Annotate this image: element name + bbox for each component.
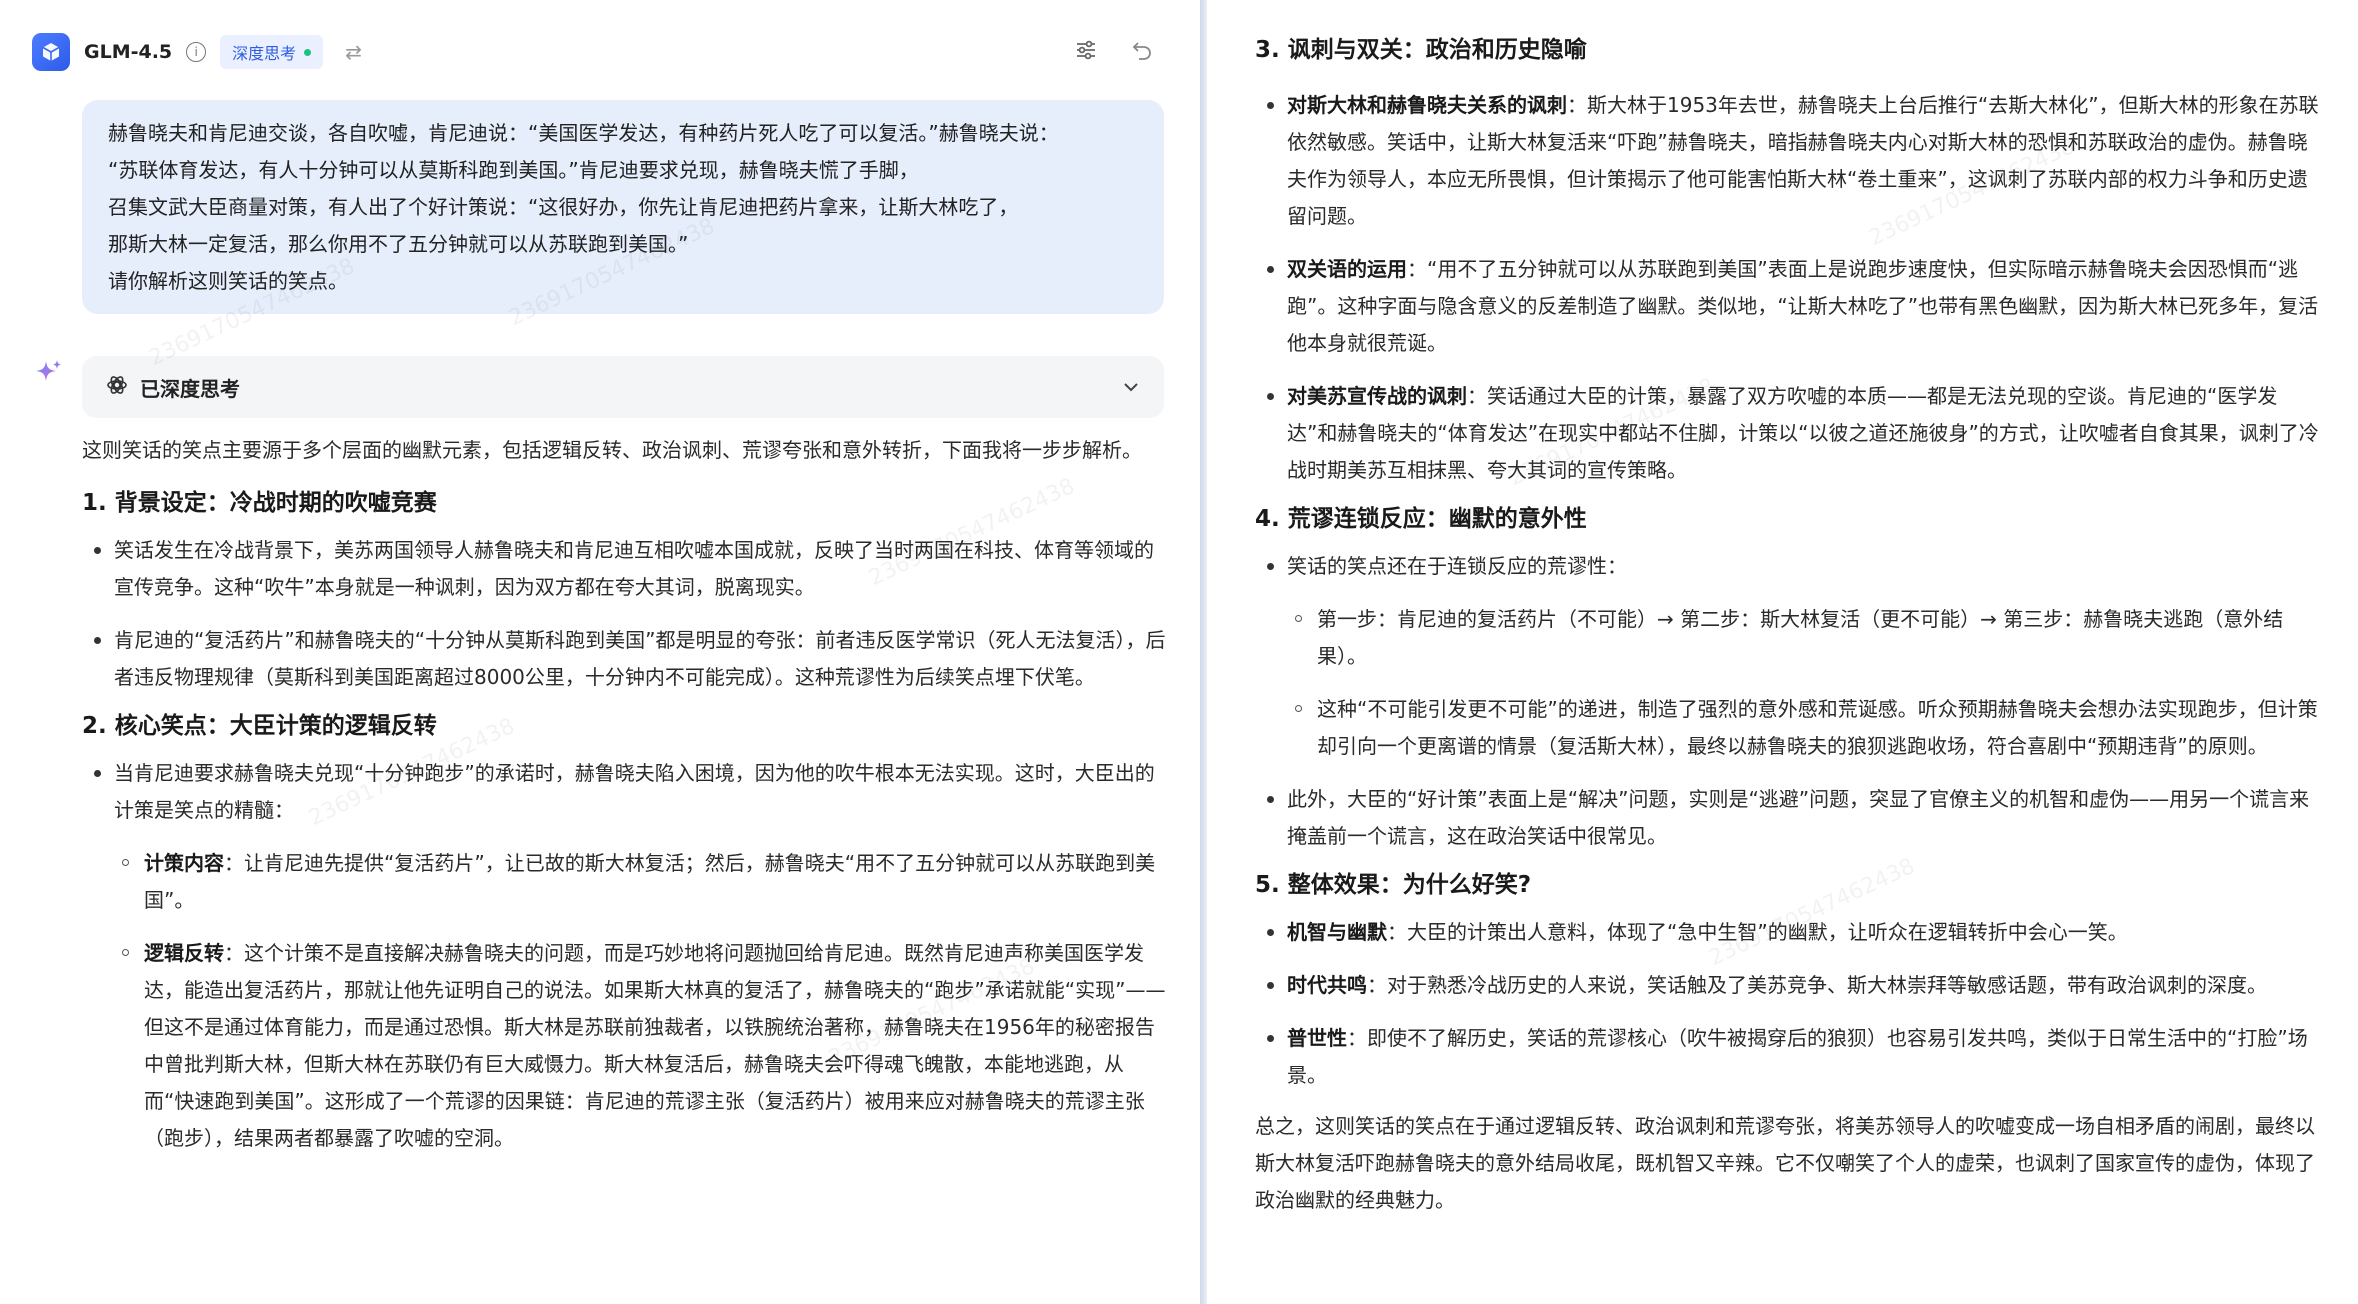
item-text: ：大臣的计策出人意料，体现了“急中生智”的幽默，让听众在逻辑转折中会心一笑。 — [1387, 920, 2128, 944]
section-heading-4: 4. 荒谬连锁反应：幽默的意外性 — [1255, 506, 1587, 532]
list-item-text: 当肯尼迪要求赫鲁晓夫兑现“十分钟跑步”的承诺时，赫鲁晓夫陷入困境，因为他的吹牛根… — [114, 761, 1155, 822]
brain-icon — [106, 374, 128, 400]
item-label: 对美苏宣传战的讽刺 — [1287, 384, 1467, 408]
info-icon[interactable]: i — [186, 42, 207, 62]
thinking-label: 已深度思考 — [140, 376, 240, 401]
sub-item-label: 计策内容 — [144, 851, 224, 875]
undo-icon[interactable] — [1130, 38, 1154, 66]
top-bar: GLM-4.5 i 深度思考 ⇄ — [32, 30, 362, 74]
right-panel: 3. 讽刺与双关：政治和历史隐喻 对斯大林和赫鲁晓夫关系的讽刺：斯大林于1953… — [1207, 0, 2358, 1304]
user-line: 赫鲁晓夫和肯尼迪交谈，各自吹嘘，肯尼迪说：“美国医学发达，有种药片死人吃了可以复… — [108, 121, 1059, 145]
intro-paragraph: 这则笑话的笑点主要源于多个层面的幽默元素，包括逻辑反转、政治讽刺、荒谬夸张和意外… — [82, 438, 1142, 462]
user-line: “苏联体育发达，有人十分钟可以从莫斯科跑到美国。”肯尼迪要求兑现，赫鲁晓夫慌了手… — [108, 158, 919, 182]
thinking-panel[interactable]: 已深度思考 — [82, 356, 1164, 418]
summary-paragraph: 总之，这则笑话的笑点在于通过逻辑反转、政治讽刺和荒谬夸张，将美苏领导人的吹嘘变成… — [1255, 1114, 2315, 1212]
answer-left: 这则笑话的笑点主要源于多个层面的幽默元素，包括逻辑反转、政治讽刺、荒谬夸张和意外… — [82, 432, 1172, 1157]
assistant-sparkle-icon — [34, 358, 64, 392]
chevron-down-icon[interactable] — [1120, 376, 1142, 402]
list-item: 普世性：即使不了解历史，笑话的荒谬核心（吹牛被揭穿后的狼狈）也容易引发共鸣，类似… — [1255, 1020, 2325, 1094]
item-text: ：“用不了五分钟就可以从苏联跑到美国”表面上是说跑步速度快，但实际暗示赫鲁晓夫会… — [1287, 257, 2319, 355]
answer-right: 3. 讽刺与双关：政治和历史隐喻 对斯大林和赫鲁晓夫关系的讽刺：斯大林于1953… — [1255, 32, 2325, 1219]
item-label: 机智与幽默 — [1287, 920, 1387, 944]
section-heading-3: 3. 讽刺与双关：政治和历史隐喻 — [1255, 37, 1587, 63]
model-name[interactable]: GLM-4.5 — [84, 41, 172, 63]
deep-think-badge[interactable]: 深度思考 — [220, 35, 324, 69]
section-heading-5: 5. 整体效果：为什么好笑? — [1255, 872, 1532, 898]
sub-list-item: 这种“不可能引发更不可能”的递进，制造了强烈的意外感和荒诞感。听众预期赫鲁晓夫会… — [1285, 691, 2325, 765]
sub-item-text: ：这个计策不是直接解决赫鲁晓夫的问题，而是巧妙地将问题抛回给肯尼迪。既然肯尼迪声… — [144, 941, 1166, 1150]
list-item-text: 笑话的笑点还在于连锁反应的荒谬性： — [1287, 554, 1627, 578]
item-label: 时代共鸣 — [1287, 973, 1367, 997]
list-item: 机智与幽默：大臣的计策出人意料，体现了“急中生智”的幽默，让听众在逻辑转折中会心… — [1255, 914, 2325, 951]
sub-item-text: ：让肯尼迪先提供“复活药片”，让已故的斯大林复活；然后，赫鲁晓夫“用不了五分钟就… — [144, 851, 1156, 912]
list-item: 时代共鸣：对于熟悉冷战历史的人来说，笑话触及了美苏竞争、斯大林崇拜等敏感话题，带… — [1255, 967, 2325, 1004]
user-message-bubble: 赫鲁晓夫和肯尼迪交谈，各自吹嘘，肯尼迪说：“美国医学发达，有种药片死人吃了可以复… — [82, 100, 1164, 314]
list-item: 对美苏宣传战的讽刺：笑话通过大臣的计策，暴露了双方吹嘘的本质——都是无法兑现的空… — [1255, 378, 2325, 489]
left-panel: GLM-4.5 i 深度思考 ⇄ 赫鲁晓夫和肯尼迪交谈，各自吹嘘，肯尼迪说：“美… — [0, 0, 1200, 1304]
settings-sliders-icon[interactable] — [1074, 38, 1098, 66]
item-label: 双关语的运用 — [1287, 257, 1407, 281]
list-item: 此外，大臣的“好计策”表面上是“解决”问题，实则是“逃避”问题，突显了官僚主义的… — [1255, 781, 2325, 855]
sub-list-item: 第一步：肯尼迪的复活药片（不可能）→ 第二步：斯大林复活（更不可能）→ 第三步：… — [1285, 601, 2325, 675]
switch-icon[interactable]: ⇄ — [345, 40, 362, 64]
list-item: 肯尼迪的“复活药片”和赫鲁晓夫的“十分钟从莫斯科跑到美国”都是明显的夸张：前者违… — [82, 622, 1172, 696]
item-text: ：对于熟悉冷战历史的人来说，笑话触及了美苏竞争、斯大林崇拜等敏感话题，带有政治讽… — [1367, 973, 2267, 997]
sub-list-item: 逻辑反转：这个计策不是直接解决赫鲁晓夫的问题，而是巧妙地将问题抛回给肯尼迪。既然… — [112, 935, 1172, 1157]
deep-think-label: 深度思考 — [232, 44, 297, 63]
model-logo-icon[interactable] — [32, 33, 70, 71]
user-line: 召集文武大臣商量对策，有人出了个好计策说：“这很好办，你先让肯尼迪把药片拿来，让… — [108, 195, 1019, 219]
item-label: 普世性 — [1287, 1026, 1347, 1050]
user-line: 请你解析这则笑话的笑点。 — [108, 269, 348, 293]
sub-list-item: 计策内容：让肯尼迪先提供“复活药片”，让已故的斯大林复活；然后，赫鲁晓夫“用不了… — [112, 845, 1172, 919]
section-heading-2: 2. 核心笑点：大臣计策的逻辑反转 — [82, 713, 437, 739]
list-item: 双关语的运用：“用不了五分钟就可以从苏联跑到美国”表面上是说跑步速度快，但实际暗… — [1255, 251, 2325, 362]
list-item: 笑话的笑点还在于连锁反应的荒谬性： 第一步：肯尼迪的复活药片（不可能）→ 第二步… — [1255, 548, 2325, 765]
list-item: 当肯尼迪要求赫鲁晓夫兑现“十分钟跑步”的承诺时，赫鲁晓夫陷入困境，因为他的吹牛根… — [82, 755, 1172, 1157]
list-item: 对斯大林和赫鲁晓夫关系的讽刺：斯大林于1953年去世，赫鲁晓夫上台后推行“去斯大… — [1255, 87, 2325, 235]
sub-item-label: 逻辑反转 — [144, 941, 224, 965]
status-dot-icon — [304, 48, 312, 56]
section-heading-1: 1. 背景设定：冷战时期的吹嘘竞赛 — [82, 490, 437, 516]
list-item: 笑话发生在冷战背景下，美苏两国领导人赫鲁晓夫和肯尼迪互相吹嘘本国成就，反映了当时… — [82, 532, 1172, 606]
item-label: 对斯大林和赫鲁晓夫关系的讽刺 — [1287, 93, 1567, 117]
panel-divider[interactable] — [1200, 0, 1207, 1304]
user-line: 那斯大林一定复活，那么你用不了五分钟就可以从苏联跑到美国。” — [108, 232, 689, 256]
item-text: ：即使不了解历史，笑话的荒谬核心（吹牛被揭穿后的狼狈）也容易引发共鸣，类似于日常… — [1287, 1026, 2308, 1087]
